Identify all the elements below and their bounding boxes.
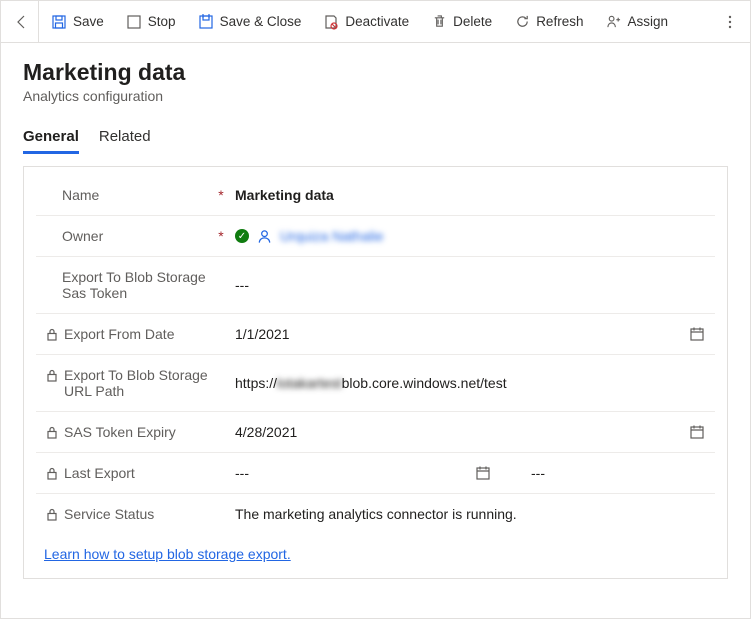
assign-icon (605, 14, 621, 30)
last-export-date-value: --- (235, 465, 435, 481)
back-button[interactable] (5, 1, 39, 43)
stop-label: Stop (148, 14, 176, 29)
check-circle-icon: ✓ (235, 229, 249, 243)
calendar-icon[interactable] (689, 424, 705, 440)
person-icon (257, 229, 272, 244)
lock-icon (46, 426, 58, 439)
field-sas-token[interactable]: Export To Blob Storage Sas Token --- (36, 257, 715, 314)
deactivate-button[interactable]: Deactivate (313, 8, 419, 36)
field-last-export[interactable]: Last Export --- --- (36, 453, 715, 494)
lock-icon (46, 369, 58, 382)
tab-general[interactable]: General (23, 122, 79, 154)
calendar-icon[interactable] (689, 326, 705, 342)
save-close-button[interactable]: Save & Close (188, 8, 312, 36)
tab-related[interactable]: Related (99, 122, 151, 154)
refresh-label: Refresh (536, 14, 583, 29)
calendar-icon[interactable] (475, 465, 491, 481)
sas-token-value: --- (235, 277, 249, 293)
deactivate-label: Deactivate (345, 14, 409, 29)
delete-label: Delete (453, 14, 492, 29)
page-subtitle: Analytics configuration (23, 88, 728, 104)
field-service-status: Service Status The marketing analytics c… (36, 494, 715, 534)
name-value: Marketing data (235, 187, 334, 203)
stop-icon (126, 14, 142, 30)
command-bar: Save Stop Save & Close Deactivate Delete… (1, 1, 750, 43)
refresh-icon (514, 14, 530, 30)
assign-label: Assign (627, 14, 668, 29)
owner-value: Urquiza Nathalie (280, 228, 384, 244)
lock-icon (46, 508, 58, 521)
field-export-from-date[interactable]: Export From Date 1/1/2021 (36, 314, 715, 355)
save-close-label: Save & Close (220, 14, 302, 29)
owner-label: Owner (62, 228, 103, 244)
help-link[interactable]: Learn how to setup blob storage export. (44, 546, 291, 562)
last-export-label: Last Export (64, 465, 135, 481)
sas-token-label: Export To Blob Storage Sas Token (62, 269, 215, 301)
field-sas-expiry[interactable]: SAS Token Expiry 4/28/2021 (36, 412, 715, 453)
service-status-label: Service Status (64, 506, 154, 522)
required-indicator: * (215, 228, 227, 244)
field-name[interactable]: Name * Marketing data (36, 175, 715, 216)
export-from-value: 1/1/2021 (235, 326, 290, 342)
refresh-button[interactable]: Refresh (504, 8, 593, 36)
lock-icon (46, 467, 58, 480)
delete-button[interactable]: Delete (421, 8, 502, 36)
field-owner[interactable]: Owner * ✓ Urquiza Nathalie (36, 216, 715, 257)
deactivate-icon (323, 14, 339, 30)
field-url-path[interactable]: Export To Blob Storage URL Path https://… (36, 355, 715, 412)
more-vertical-icon (722, 14, 738, 30)
url-path-value: https://lotakartestblob.core.windows.net… (235, 375, 507, 391)
save-close-icon (198, 14, 214, 30)
save-button[interactable]: Save (41, 8, 114, 36)
last-export-time-value: --- (531, 465, 545, 481)
name-label: Name (62, 187, 99, 203)
required-indicator: * (215, 187, 227, 203)
delete-icon (431, 14, 447, 30)
service-status-value: The marketing analytics connector is run… (235, 506, 517, 522)
stop-button[interactable]: Stop (116, 8, 186, 36)
back-arrow-icon (14, 14, 30, 30)
url-path-label: Export To Blob Storage URL Path (64, 367, 215, 399)
overflow-menu-button[interactable] (714, 6, 746, 38)
assign-button[interactable]: Assign (595, 8, 678, 36)
page-title: Marketing data (23, 59, 728, 86)
tab-list: General Related (23, 122, 728, 154)
page-content: Marketing data Analytics configuration G… (1, 43, 750, 589)
export-from-label: Export From Date (64, 326, 174, 342)
lock-icon (46, 328, 58, 341)
form-panel: Name * Marketing data Owner * ✓ Urquiza … (23, 166, 728, 579)
save-icon (51, 14, 67, 30)
sas-expiry-label: SAS Token Expiry (64, 424, 176, 440)
save-label: Save (73, 14, 104, 29)
sas-expiry-value: 4/28/2021 (235, 424, 297, 440)
